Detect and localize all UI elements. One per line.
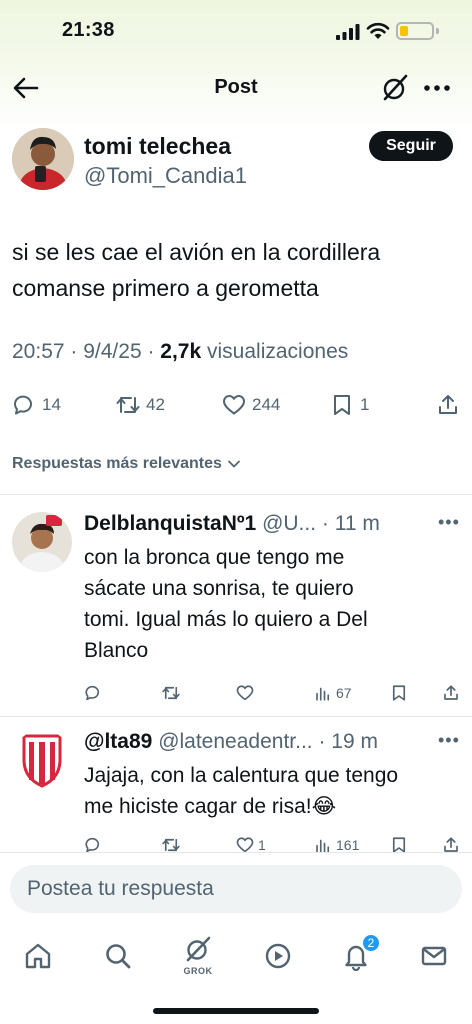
replies-sort-label: Respuestas más relevantes xyxy=(12,455,222,472)
reply-text-line: Blanco xyxy=(84,639,149,662)
heart-icon xyxy=(223,395,245,415)
chevron-down-icon xyxy=(228,460,240,468)
reply-actions: 67 xyxy=(0,682,472,704)
status-bar: 21:38 xyxy=(0,0,472,60)
author-photo xyxy=(12,128,74,190)
reply-bookmark-button[interactable] xyxy=(390,682,408,704)
reply-author-handle[interactable]: @U... xyxy=(262,512,316,535)
tweet-date[interactable]: 9/4/25 xyxy=(83,340,141,363)
tab-messages[interactable] xyxy=(414,936,454,976)
reply-views-button[interactable]: 67 xyxy=(314,682,352,704)
reply-button[interactable]: 14 xyxy=(12,390,61,420)
grok-tab-label: GROK xyxy=(183,966,213,976)
reply-avatar[interactable] xyxy=(12,512,72,572)
tab-grok[interactable] xyxy=(178,930,218,970)
post-header: Post xyxy=(0,64,472,112)
reply-header: @lta89 @lateneadentr... · 19 m xyxy=(84,730,378,753)
bookmark-button[interactable]: 1 xyxy=(330,390,369,420)
reply-text-line: con la bronca que tengo me xyxy=(84,546,345,569)
reply-text: Jajaja, con la calentura que tengo me hi… xyxy=(84,760,464,822)
meta-separator: · xyxy=(141,340,161,363)
reply-views-count: 161 xyxy=(336,837,360,853)
meta-separator: · xyxy=(64,340,84,363)
reply-reply-button[interactable] xyxy=(84,682,102,704)
reply-text: con la bronca que tengo me sácate una so… xyxy=(84,542,464,666)
reply-more-button[interactable]: ••• xyxy=(438,730,460,751)
reply-count: 14 xyxy=(42,395,61,414)
grok-icon[interactable] xyxy=(380,73,410,103)
reply-header: DelblanquistaNº1 @U... · 11 m xyxy=(84,512,380,535)
more-horizontal-icon[interactable] xyxy=(422,76,452,100)
battery-level xyxy=(400,26,408,36)
club-shield-logo xyxy=(12,730,72,790)
status-time: 21:38 xyxy=(62,19,115,41)
battery-icon xyxy=(396,22,434,40)
reply-text-line: sácate una sonrisa, te quiero xyxy=(84,577,354,600)
reply-text-line: tomi. Igual más lo quiero a Del xyxy=(84,608,368,631)
search-icon xyxy=(106,944,131,969)
views-label: visualizaciones xyxy=(207,340,349,363)
reply-like-count: 1 xyxy=(258,837,266,853)
reply-more-button[interactable]: ••• xyxy=(438,512,460,533)
reply-author-name[interactable]: @lta89 xyxy=(84,730,152,753)
tab-home[interactable] xyxy=(18,936,58,976)
notifications-badge: 2 xyxy=(362,934,380,952)
cellular-signal-icon xyxy=(336,24,360,40)
views-count: 2,7k xyxy=(160,340,202,363)
wifi-icon xyxy=(366,22,390,39)
reply-input[interactable]: Postea tu respuesta xyxy=(10,865,462,913)
home-icon xyxy=(25,943,51,969)
reply-avatar[interactable] xyxy=(12,730,72,790)
replies-sort-dropdown[interactable]: Respuestas más relevantes xyxy=(12,455,242,473)
play-circle-icon xyxy=(265,943,291,969)
reply-time: 19 m xyxy=(331,730,378,753)
reply-text-line: me hiciste cagar de risa!😂 xyxy=(84,795,337,818)
reply-composer-bar: Postea tu respuesta xyxy=(0,852,472,924)
bottom-tab-bar: GROK 2 xyxy=(0,924,472,1024)
home-indicator xyxy=(153,1008,319,1014)
bookmark-icon xyxy=(392,685,406,701)
tab-video[interactable] xyxy=(258,936,298,976)
bookmark-count: 1 xyxy=(360,395,370,414)
tab-search[interactable] xyxy=(98,936,138,976)
heart-icon xyxy=(236,685,254,701)
tweet-actions: 14 42 244 1 xyxy=(0,390,472,420)
reply-icon xyxy=(85,685,100,701)
reply-icon xyxy=(13,395,32,415)
reply-text-line: Jajaja, con la calentura que tengo xyxy=(84,764,399,787)
repost-icon xyxy=(162,686,180,700)
repost-icon xyxy=(116,397,140,413)
reply-share-button[interactable] xyxy=(442,682,460,704)
author-handle[interactable]: @Tomi_Candia1 xyxy=(84,163,247,189)
reply-time: 11 m xyxy=(334,512,380,535)
reply-views-count: 67 xyxy=(336,685,352,701)
grok-icon xyxy=(186,936,211,962)
divider xyxy=(0,716,472,717)
tweet-meta: 20:57 · 9/4/25 · 2,7k visualizaciones xyxy=(12,340,348,364)
author-avatar[interactable] xyxy=(12,128,74,190)
like-count: 244 xyxy=(252,395,281,414)
repost-button[interactable]: 42 xyxy=(116,390,165,420)
repost-count: 42 xyxy=(146,395,165,414)
tweet-text-line: si se les cae el avión en la cordillera xyxy=(12,239,381,265)
battery-cap xyxy=(436,28,439,34)
tweet-time[interactable]: 20:57 xyxy=(12,340,65,363)
reply-avatar-photo xyxy=(12,512,72,572)
reply-author-handle[interactable]: @lateneadentr... xyxy=(158,730,312,753)
reply-repost-button[interactable] xyxy=(162,682,180,704)
share-icon xyxy=(439,395,457,414)
reply-like-button[interactable] xyxy=(236,682,254,704)
share-button[interactable] xyxy=(436,390,460,420)
share-icon xyxy=(444,685,458,700)
tweet-text: si se les cae el avión en la cordillera … xyxy=(12,234,462,306)
tweet-text-line: comanse primero a gerometta xyxy=(12,275,319,301)
analytics-icon xyxy=(316,687,330,701)
follow-button[interactable]: Seguir xyxy=(369,131,453,161)
reply-author-name[interactable]: DelblanquistaNº1 xyxy=(84,512,256,535)
mail-icon xyxy=(421,946,447,966)
bookmark-icon xyxy=(334,395,350,415)
like-button[interactable]: 244 xyxy=(222,390,280,420)
divider xyxy=(0,494,472,495)
author-name[interactable]: tomi telechea xyxy=(84,133,231,160)
